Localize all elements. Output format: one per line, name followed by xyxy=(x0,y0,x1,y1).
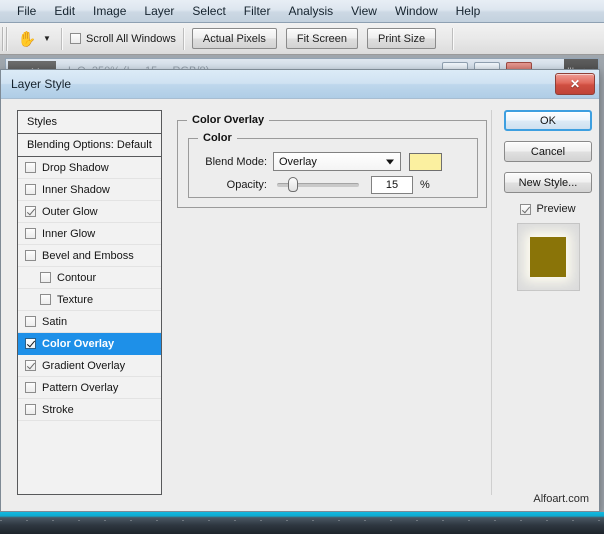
watermark-label: Alfoart.com xyxy=(533,493,589,505)
style-label: Bevel and Emboss xyxy=(42,250,134,262)
options-divider-2 xyxy=(183,28,185,50)
options-bar: ✋ ▼ Scroll All Windows Actual Pixels Fit… xyxy=(0,23,604,55)
new-style-button[interactable]: New Style... xyxy=(504,172,592,193)
menu-item-analysis[interactable]: Analysis xyxy=(279,1,342,21)
preview-thumbnail xyxy=(517,223,580,291)
style-label: Texture xyxy=(57,294,93,306)
style-row-satin[interactable]: Satin xyxy=(18,311,161,333)
dialog-title: Layer Style xyxy=(11,77,71,91)
color-subgroup-title: Color xyxy=(198,132,237,144)
style-label: Outer Glow xyxy=(42,206,98,218)
styles-panel-header[interactable]: Styles xyxy=(18,111,161,134)
opacity-unit-label: % xyxy=(420,179,430,191)
style-row-pattern-overlay[interactable]: Pattern Overlay xyxy=(18,377,161,399)
styles-effect-list: Drop Shadow Inner Shadow Outer Glow Inne… xyxy=(18,157,161,494)
styles-panel: Styles Blending Options: Default Drop Sh… xyxy=(17,110,162,495)
opacity-input[interactable]: 15 xyxy=(371,176,413,194)
blend-mode-value: Overlay xyxy=(279,156,317,168)
settings-panel: Color Overlay Color Blend Mode: Overlay xyxy=(175,110,492,495)
preview-checkbox-box xyxy=(520,204,531,215)
blend-mode-row: Blend Mode: Overlay xyxy=(199,152,442,171)
menu-item-edit[interactable]: Edit xyxy=(45,1,84,21)
style-row-inner-glow[interactable]: Inner Glow xyxy=(18,223,161,245)
style-label: Pattern Overlay xyxy=(42,382,118,394)
cancel-button[interactable]: Cancel xyxy=(504,141,592,162)
menu-item-file[interactable]: File xyxy=(8,1,45,21)
blend-mode-label: Blend Mode: xyxy=(199,156,267,168)
menu-item-layer[interactable]: Layer xyxy=(135,1,183,21)
style-row-color-overlay[interactable]: Color Overlay xyxy=(18,333,161,355)
drop-shadow-checkbox[interactable] xyxy=(25,162,36,173)
chevron-down-icon xyxy=(386,159,394,164)
ok-button[interactable]: OK xyxy=(504,110,592,131)
style-label: Gradient Overlay xyxy=(42,360,125,372)
checkbox-box xyxy=(70,33,81,44)
dialog-body: Styles Blending Options: Default Drop Sh… xyxy=(1,99,599,511)
preview-swatch xyxy=(530,237,566,277)
close-icon: ✕ xyxy=(570,78,580,90)
style-row-inner-shadow[interactable]: Inner Shadow xyxy=(18,179,161,201)
photoshop-application: File Edit Image Layer Select Filter Anal… xyxy=(0,0,604,534)
contour-checkbox[interactable] xyxy=(40,272,51,283)
gradient-overlay-checkbox[interactable] xyxy=(25,360,36,371)
style-label: Color Overlay xyxy=(42,338,114,350)
dialog-close-button[interactable]: ✕ xyxy=(555,73,595,95)
options-divider xyxy=(61,28,63,50)
style-label: Stroke xyxy=(42,404,74,416)
opacity-slider[interactable] xyxy=(277,183,359,187)
preview-label: Preview xyxy=(536,203,575,215)
options-bar-drag-handle[interactable] xyxy=(2,27,10,51)
menu-bar: File Edit Image Layer Select Filter Anal… xyxy=(0,0,604,23)
print-size-button[interactable]: Print Size xyxy=(367,28,436,49)
fit-screen-button[interactable]: Fit Screen xyxy=(286,28,358,49)
menu-item-image[interactable]: Image xyxy=(84,1,135,21)
style-label: Drop Shadow xyxy=(42,162,109,174)
satin-checkbox[interactable] xyxy=(25,316,36,327)
style-row-gradient-overlay[interactable]: Gradient Overlay xyxy=(18,355,161,377)
bottom-image-strip xyxy=(0,512,604,534)
style-row-outer-glow[interactable]: Outer Glow xyxy=(18,201,161,223)
preview-checkbox[interactable]: Preview xyxy=(504,203,592,215)
bevel-and-emboss-checkbox[interactable] xyxy=(25,250,36,261)
menu-item-help[interactable]: Help xyxy=(447,1,490,21)
style-row-drop-shadow[interactable]: Drop Shadow xyxy=(18,157,161,179)
tool-preset-chevron-down-icon[interactable]: ▼ xyxy=(40,28,54,50)
dialog-titlebar[interactable]: Layer Style ✕ xyxy=(1,70,599,99)
hand-tool-icon[interactable]: ✋ xyxy=(14,27,40,51)
actual-pixels-button[interactable]: Actual Pixels xyxy=(192,28,277,49)
menu-item-view[interactable]: View xyxy=(342,1,386,21)
color-overlay-group-title: Color Overlay xyxy=(187,114,269,126)
style-label: Contour xyxy=(57,272,96,284)
stroke-checkbox[interactable] xyxy=(25,404,36,415)
style-row-stroke[interactable]: Stroke xyxy=(18,399,161,421)
color-overlay-group: Color Overlay Color Blend Mode: Overlay xyxy=(177,120,487,208)
menu-item-filter[interactable]: Filter xyxy=(235,1,280,21)
inner-shadow-checkbox[interactable] xyxy=(25,184,36,195)
pattern-overlay-checkbox[interactable] xyxy=(25,382,36,393)
opacity-row: Opacity: 15 % xyxy=(199,176,430,194)
style-row-bevel-and-emboss[interactable]: Bevel and Emboss xyxy=(18,245,161,267)
color-subgroup: Color Blend Mode: Overlay Opacity: xyxy=(188,138,478,198)
color-swatch-button[interactable] xyxy=(409,153,442,171)
inner-glow-checkbox[interactable] xyxy=(25,228,36,239)
texture-checkbox[interactable] xyxy=(40,294,51,305)
style-row-texture[interactable]: Texture xyxy=(18,289,161,311)
style-label: Satin xyxy=(42,316,67,328)
menu-item-window[interactable]: Window xyxy=(386,1,447,21)
scroll-all-windows-checkbox[interactable]: Scroll All Windows xyxy=(70,33,176,45)
outer-glow-checkbox[interactable] xyxy=(25,206,36,217)
blend-mode-dropdown[interactable]: Overlay xyxy=(273,152,401,171)
scroll-all-windows-label: Scroll All Windows xyxy=(86,33,176,45)
opacity-label: Opacity: xyxy=(199,179,267,191)
options-divider-3 xyxy=(452,28,454,50)
color-overlay-checkbox[interactable] xyxy=(25,338,36,349)
opacity-slider-thumb[interactable] xyxy=(288,177,298,192)
style-label: Inner Glow xyxy=(42,228,95,240)
dialog-actions-column: OK Cancel New Style... Preview xyxy=(504,110,592,495)
menu-item-select[interactable]: Select xyxy=(183,1,234,21)
layer-style-dialog: Layer Style ✕ Styles Blending Options: D… xyxy=(0,69,600,512)
style-row-contour[interactable]: Contour xyxy=(18,267,161,289)
style-label: Inner Shadow xyxy=(42,184,110,196)
blending-options-row[interactable]: Blending Options: Default xyxy=(18,134,161,157)
